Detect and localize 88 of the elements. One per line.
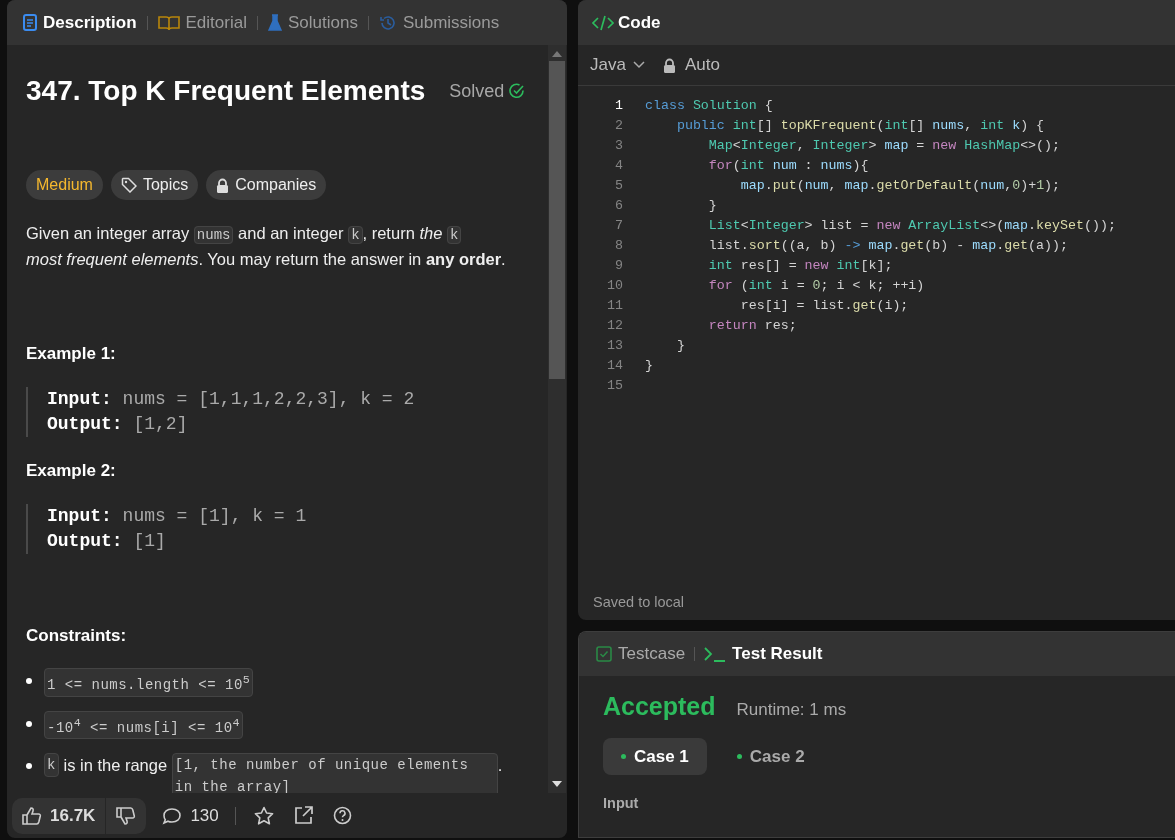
comment-icon: [162, 806, 183, 825]
description-text: Given an integer array: [26, 224, 191, 242]
code-line: public int[] topKFrequent(int[] nums, int k) {: [675, 117, 1045, 133]
history-icon: [378, 13, 397, 32]
line-number: 8: [614, 237, 623, 253]
star-icon: [253, 805, 274, 826]
lock-icon: [216, 177, 230, 193]
tab[interactable]: Editorial: [151, 8, 253, 37]
panel-title: Code: [618, 12, 661, 33]
code-icon: [592, 14, 614, 31]
thumbs-down-icon: [116, 806, 137, 825]
description-text: and an integer: [237, 224, 345, 242]
code-line: for(int num : nums){: [707, 157, 869, 173]
input-label: Input: [602, 794, 640, 811]
code-line: }: [645, 357, 653, 373]
code-line: res[i] = list.get(i);: [739, 297, 909, 313]
inline-code: 1 <= nums.length <= 10$^{5}$: [44, 668, 254, 697]
inline-code: k: [446, 226, 462, 244]
tab[interactable]: Submissions: [372, 8, 506, 37]
code-line: Map<Integer, Integer> map = new HashMap<>();: [707, 137, 1061, 153]
example-line: Input: nums = [1], k = 1: [47, 505, 308, 528]
verdict-text: Accepted: [603, 692, 716, 721]
description-text: , return the: [362, 224, 444, 242]
save-status: Saved to local: [592, 594, 686, 612]
comments-button[interactable]: 130: [154, 805, 227, 826]
lock-icon: [662, 57, 676, 73]
line-number: 15: [606, 377, 623, 393]
checkbox-icon: [596, 646, 612, 662]
line-number: 1: [614, 97, 623, 113]
line-number: 11: [606, 297, 623, 313]
tab[interactable]: Test Result: [701, 644, 826, 664]
language-dropdown[interactable]: Java: [590, 55, 645, 75]
auto-mode-button[interactable]: Auto: [662, 55, 720, 75]
case-tab[interactable]: Case 1: [603, 738, 707, 775]
line-number: 9: [614, 257, 623, 273]
solved-status: Solved: [449, 80, 505, 102]
document-icon: [23, 14, 37, 31]
line-number: 7: [614, 217, 623, 233]
code-line: list.sort((a, b) -> map.get(b) - map.get(a));: [707, 237, 1068, 253]
description-text: .: [497, 756, 503, 775]
check-circle-icon: [509, 83, 526, 99]
chevron-down-icon: [632, 61, 645, 69]
tag-icon: [120, 177, 137, 193]
description-text: most frequent elements. You may return the answer in any order.: [26, 250, 506, 268]
scrollbar[interactable]: [548, 45, 566, 793]
line-number: 2: [614, 117, 623, 133]
difficulty-badge: Medium: [26, 170, 103, 200]
terminal-icon: [704, 646, 727, 662]
line-number: 10: [606, 277, 623, 293]
share-icon: [293, 806, 313, 825]
topics-button[interactable]: Topics: [110, 170, 199, 200]
code-line: int res[] = new int[k];: [707, 257, 893, 273]
code-line: class Solution {: [645, 97, 773, 113]
flask-icon: [267, 13, 282, 32]
problem-title: 347. Top K Frequent Elements: [26, 75, 426, 107]
line-number: 12: [606, 317, 623, 333]
inline-code: k: [44, 753, 59, 778]
inline-code: nums: [193, 226, 234, 244]
line-number: 14: [606, 357, 623, 373]
example-line: Output: [1]: [47, 530, 167, 553]
runtime-text: Runtime: 1 ms: [736, 700, 847, 720]
line-number: 3: [614, 137, 623, 153]
companies-button[interactable]: Companies: [206, 170, 327, 200]
example-heading: Example 2:: [26, 461, 117, 481]
code-line: for (int i = 0; i < k; ++i): [707, 277, 925, 293]
line-number: 5: [614, 177, 623, 193]
code-line: map.put(num, map.getOrDefault(num,0)+1);: [739, 177, 1061, 193]
example-line: Output: [1,2]: [47, 413, 189, 436]
book-icon: [157, 14, 180, 31]
thumbs-up-icon: [22, 806, 42, 825]
help-icon: [332, 806, 352, 825]
example-line: Input: nums = [1,1,1,2,2,3], k = 2: [47, 388, 416, 411]
constraints-heading: Constraints:: [26, 626, 128, 646]
tab[interactable]: Testcase: [593, 644, 689, 664]
line-number: 6: [614, 197, 623, 213]
line-number: 13: [606, 337, 623, 353]
code-line: List<Integer> list = new ArrayList<>(map.keySet());: [707, 217, 1116, 233]
tab[interactable]: Description: [17, 8, 143, 37]
code-line: return res;: [707, 317, 797, 333]
example-heading: Example 1:: [26, 344, 117, 364]
tab[interactable]: Solutions: [261, 8, 364, 37]
code-line: }: [707, 197, 717, 213]
code-line: }: [675, 337, 685, 353]
inline-code: k: [348, 226, 363, 244]
description-text: is in the range: [62, 756, 169, 775]
case-tab[interactable]: Case 2: [718, 738, 823, 775]
line-number: 4: [614, 157, 623, 173]
inline-code: -10$^{4}$ <= nums[i] <= 10$^{4}$: [44, 710, 244, 740]
